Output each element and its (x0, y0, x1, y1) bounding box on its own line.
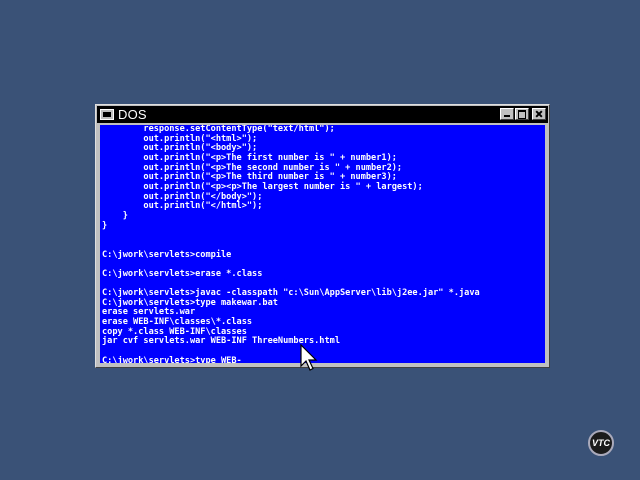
title-buttons (499, 108, 546, 120)
console-line: erase WEB-INF\classes\*.class (102, 317, 253, 328)
console-line: out.println("<p>The first number is " + … (102, 152, 397, 163)
console-line: C:\jwork\servlets>erase *.class (102, 268, 263, 279)
console-line: C:\jwork\servlets>type WEB-_ (102, 355, 247, 363)
console-line: response.setContentType("text/html"); (102, 125, 335, 134)
desktop-background: DOS response.setContentType("text/html")… (0, 0, 640, 480)
console-line: C:\jwork\servlets>compile (102, 249, 232, 260)
console-line: out.println("<p>The third number is " + … (102, 172, 397, 183)
console-line: } (102, 210, 128, 221)
console-line: C:\jwork\servlets>javac -classpath "c:\S… (102, 288, 480, 299)
console-line: } (102, 220, 108, 231)
console-line: copy *.class WEB-INF\classes (102, 326, 247, 337)
maximize-button[interactable] (515, 108, 529, 120)
console-line: C:\jwork\servlets>type makewar.bat (102, 297, 278, 308)
dos-window[interactable]: DOS response.setContentType("text/html")… (95, 104, 550, 368)
console-area[interactable]: response.setContentType("text/html"); ou… (100, 125, 545, 363)
title-bar[interactable]: DOS (97, 106, 548, 123)
console-line: erase servlets.war (102, 307, 196, 318)
minimize-button[interactable] (500, 108, 514, 120)
window-title: DOS (118, 107, 147, 122)
console-line: out.println("<p><p>The largest number is… (102, 181, 423, 192)
mouse-pointer-icon (300, 344, 318, 371)
console-line: out.println("</html>"); (102, 201, 263, 212)
close-button[interactable] (532, 108, 546, 120)
vtc-logo: VTC (588, 430, 614, 456)
vtc-logo-text: VTC (592, 438, 610, 448)
console-text: response.setContentType("text/html"); ou… (100, 125, 545, 363)
dos-window-icon[interactable] (100, 109, 114, 120)
console-line: out.println("<body>"); (102, 143, 258, 154)
